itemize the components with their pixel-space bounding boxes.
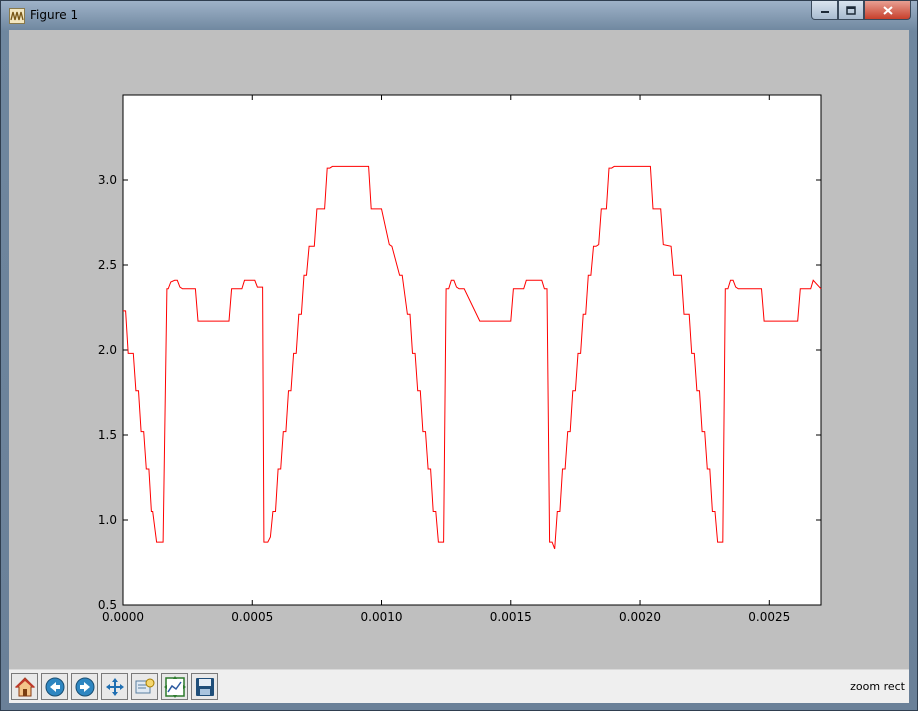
y-tick-label: 0.5: [98, 598, 117, 612]
home-icon: [14, 676, 35, 696]
maximize-button[interactable]: [838, 1, 864, 20]
x-tick-label: 0.0005: [231, 610, 273, 624]
home-button[interactable]: [11, 673, 38, 700]
forward-icon: [75, 677, 94, 696]
y-tick-label: 1.5: [98, 428, 117, 442]
x-tick-label: 0.0015: [490, 610, 532, 624]
minimize-button[interactable]: [811, 1, 838, 20]
maximize-icon: [846, 5, 856, 15]
subplots-button[interactable]: [161, 673, 188, 700]
subplots-icon: [163, 675, 186, 698]
navigation-toolbar: zoom rect: [9, 669, 909, 703]
pan-icon: [105, 677, 124, 696]
title-bar[interactable]: Figure 1: [1, 1, 917, 30]
close-icon: [882, 5, 893, 15]
figure-canvas-area: 0.0000 0.0005 0.0010 0.0015 0.0020 0.0025 0.5 1…: [9, 30, 909, 703]
y-tick-label: 2.5: [98, 258, 117, 272]
close-button[interactable]: [864, 1, 911, 20]
minimize-icon: [820, 11, 829, 13]
figure-canvas[interactable]: 0.0000 0.0005 0.0010 0.0015 0.0020 0.0025 0.5 1…: [9, 30, 909, 669]
y-tick-label: 1.0: [98, 513, 117, 527]
zoom-icon: [135, 678, 154, 693]
status-message: zoom rect: [850, 680, 905, 693]
back-icon: [45, 677, 64, 696]
figure-window: Figure 1 0.0000 0.0005 0.0010 0.0015 0.0020 0…: [0, 0, 918, 711]
y-tick-label: 2.0: [98, 343, 117, 357]
pan-button[interactable]: [101, 673, 128, 700]
back-button[interactable]: [41, 673, 68, 700]
save-button[interactable]: [191, 673, 218, 700]
window-title: Figure 1: [30, 8, 79, 22]
save-icon: [195, 677, 214, 696]
zoom-button[interactable]: [131, 673, 158, 700]
y-tick-label: 3.0: [98, 173, 117, 187]
x-tick-label: 0.0025: [748, 610, 790, 624]
x-tick-label: 0.0020: [619, 610, 661, 624]
app-icon: [9, 8, 25, 24]
x-tick-label: 0.0010: [361, 610, 403, 624]
x-tick-label: 0.0000: [102, 610, 144, 624]
forward-button[interactable]: [71, 673, 98, 700]
